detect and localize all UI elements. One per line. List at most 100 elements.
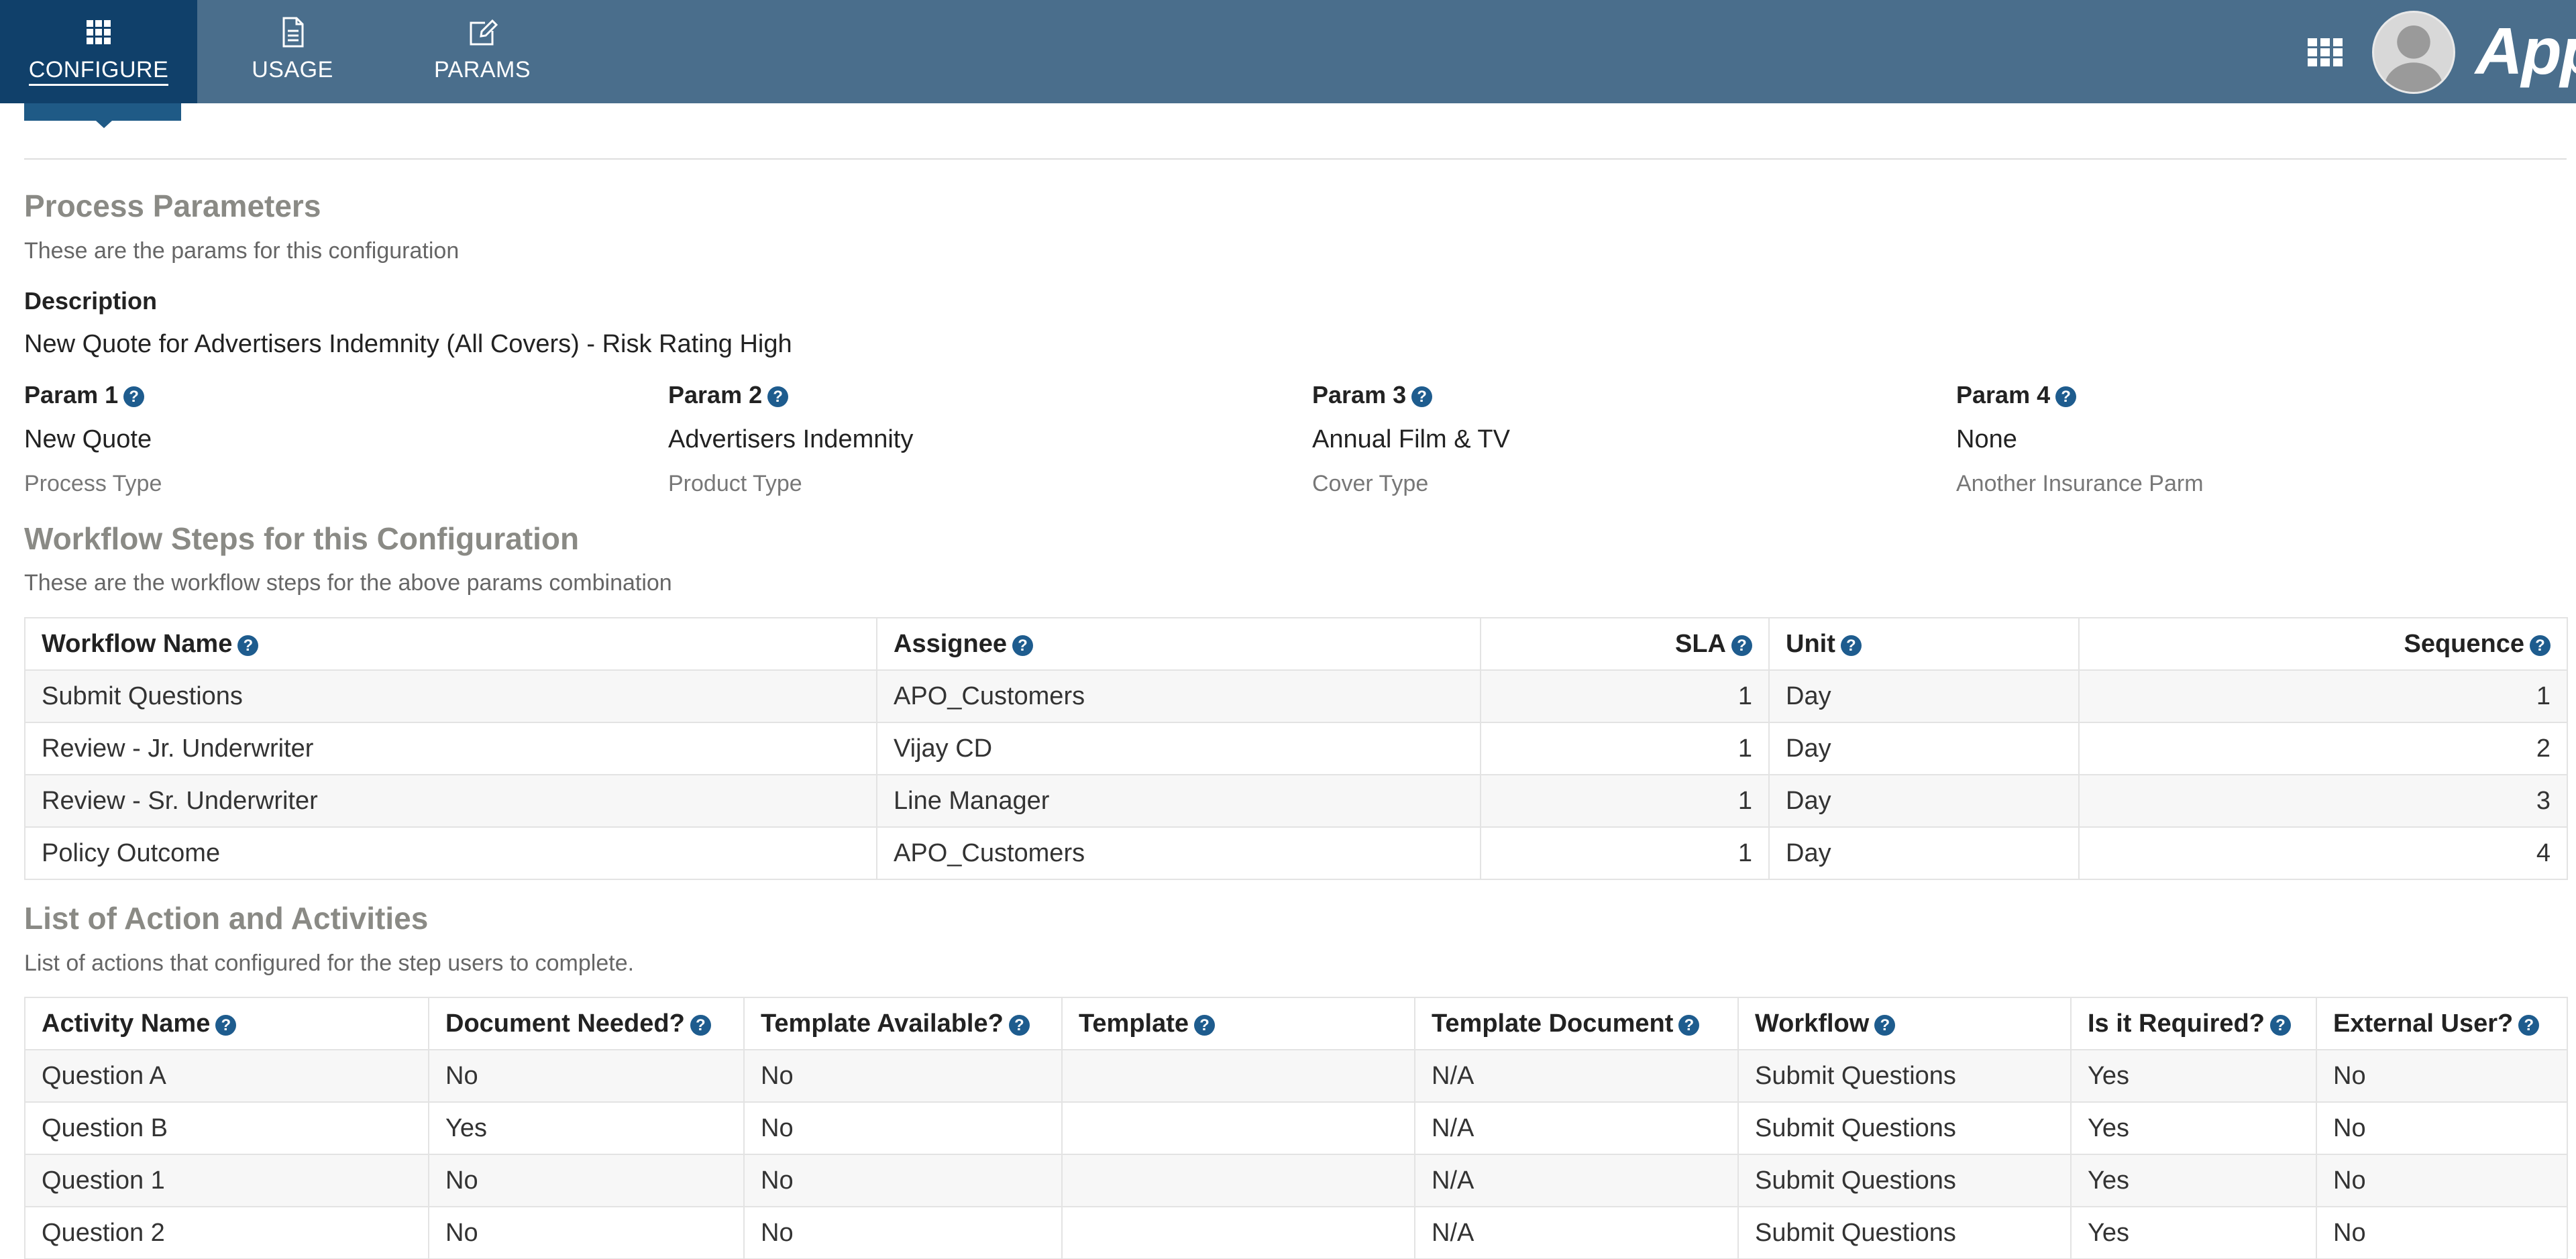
column-header-label: SLA — [1675, 629, 1726, 658]
template-available-cell: No — [743, 1154, 1063, 1207]
user-avatar[interactable] — [2372, 11, 2455, 94]
help-icon[interactable]: ? — [767, 386, 789, 407]
column-header-sequence[interactable]: Sequence? — [2078, 617, 2568, 671]
help-icon[interactable]: ? — [123, 386, 145, 407]
workflow-cell: Submit Questions — [1737, 1154, 2072, 1207]
column-header-template[interactable]: Template? — [1061, 997, 1415, 1050]
is-required-cell: Yes — [2070, 1206, 2317, 1259]
document-needed-cell: No — [428, 1154, 745, 1207]
external-user-cell: No — [2316, 1206, 2568, 1259]
template-cell — [1061, 1049, 1415, 1103]
is-required-cell: Yes — [2070, 1101, 2317, 1155]
column-header-label: Workflow Name — [42, 629, 233, 658]
unit-cell: Day — [1768, 669, 2080, 723]
column-header-label: Activity Name — [42, 1009, 211, 1038]
sequence-cell: 1 — [2078, 669, 2568, 723]
table-row[interactable]: Review - Jr. Underwriter Vijay CD 1 Day … — [24, 722, 2568, 775]
column-header-external-user[interactable]: External User?? — [2316, 997, 2568, 1050]
column-header-template-document[interactable]: Template Document? — [1414, 997, 1739, 1050]
template-document-cell: N/A — [1414, 1206, 1739, 1259]
tab-usage[interactable]: USAGE — [197, 0, 388, 103]
table-header-row: Activity Name? Document Needed?? Templat… — [24, 997, 2568, 1050]
workflow-cell: Submit Questions — [1737, 1206, 2072, 1259]
column-header-label: Document Needed? — [445, 1009, 685, 1038]
help-icon[interactable]: ? — [1678, 1014, 1700, 1036]
help-icon[interactable]: ? — [1411, 386, 1433, 407]
help-icon[interactable]: ? — [690, 1014, 711, 1036]
column-header-template-available[interactable]: Template Available?? — [743, 997, 1063, 1050]
top-navigation-bar: CONFIGURE USAGE PARAMS Appia — [0, 0, 2576, 103]
help-icon[interactable]: ? — [215, 1014, 237, 1036]
help-icon[interactable]: ? — [237, 635, 259, 656]
workflow-steps-description: These are the workflow steps for the abo… — [24, 570, 672, 596]
param-4-label: Param 4? — [1956, 381, 2077, 409]
template-available-cell: No — [743, 1049, 1063, 1103]
sequence-cell: 2 — [2078, 722, 2568, 775]
template-document-cell: N/A — [1414, 1101, 1739, 1155]
help-icon[interactable]: ? — [2269, 1014, 2291, 1036]
column-header-unit[interactable]: Unit? — [1768, 617, 2080, 671]
tab-params[interactable]: PARAMS — [388, 0, 577, 103]
activities-title: List of Action and Activities — [24, 901, 429, 936]
user-silhouette-icon — [2384, 25, 2443, 92]
template-cell — [1061, 1154, 1415, 1207]
template-available-cell: No — [743, 1206, 1063, 1259]
tab-configure[interactable]: CONFIGURE — [0, 0, 197, 103]
assignee-cell: Line Manager — [876, 774, 1481, 828]
column-header-activity-name[interactable]: Activity Name? — [24, 997, 429, 1050]
workflow-cell: Submit Questions — [1737, 1049, 2072, 1103]
column-header-sla[interactable]: SLA? — [1480, 617, 1770, 671]
assignee-cell: APO_Customers — [876, 826, 1481, 880]
external-user-cell: No — [2316, 1049, 2568, 1103]
is-required-cell: Yes — [2070, 1154, 2317, 1207]
brand-logo: Appia — [2475, 14, 2576, 88]
sla-cell: 1 — [1480, 826, 1770, 880]
column-header-label: Template Available? — [761, 1009, 1004, 1038]
grid-icon — [87, 20, 111, 44]
help-icon[interactable]: ? — [1874, 1014, 1896, 1036]
help-icon[interactable]: ? — [1008, 1014, 1030, 1036]
param-2-sub: Product Type — [668, 471, 802, 496]
section-tab-indicator[interactable] — [24, 103, 181, 128]
param-3-label-text: Param 3 — [1312, 381, 1407, 408]
description-label: Description — [24, 287, 158, 315]
column-header-workflow-name[interactable]: Workflow Name? — [24, 617, 877, 671]
workflow-name-cell: Review - Sr. Underwriter — [24, 774, 877, 828]
table-row[interactable]: Question A No No N/A Submit Questions Ye… — [24, 1049, 2568, 1103]
param-1-label: Param 1? — [24, 381, 145, 409]
tab-usage-label: USAGE — [252, 57, 333, 83]
unit-cell: Day — [1768, 722, 2080, 775]
help-icon[interactable]: ? — [2518, 1014, 2540, 1036]
help-icon[interactable]: ? — [1194, 1014, 1216, 1036]
sla-cell: 1 — [1480, 774, 1770, 828]
document-needed-cell: Yes — [428, 1101, 745, 1155]
param-4-label-text: Param 4 — [1956, 381, 2051, 408]
column-header-document-needed[interactable]: Document Needed?? — [428, 997, 745, 1050]
param-3-label: Param 3? — [1312, 381, 1433, 409]
unit-cell: Day — [1768, 826, 2080, 880]
help-icon[interactable]: ? — [2055, 386, 2077, 407]
sla-cell: 1 — [1480, 669, 1770, 723]
unit-cell: Day — [1768, 774, 2080, 828]
table-row[interactable]: Question 2 No No N/A Submit Questions Ye… — [24, 1206, 2568, 1259]
workflow-steps-title: Workflow Steps for this Configuration — [24, 521, 580, 556]
sequence-cell: 4 — [2078, 826, 2568, 880]
table-row[interactable]: Question 1 No No N/A Submit Questions Ye… — [24, 1154, 2568, 1207]
help-icon[interactable]: ? — [1012, 635, 1033, 656]
column-header-is-required[interactable]: Is it Required?? — [2070, 997, 2317, 1050]
table-row[interactable]: Review - Sr. Underwriter Line Manager 1 … — [24, 774, 2568, 828]
table-row[interactable]: Submit Questions APO_Customers 1 Day 1 — [24, 669, 2568, 723]
apps-grid-icon[interactable] — [2305, 37, 2345, 68]
process-parameters-description: These are the params for this configurat… — [24, 238, 460, 264]
help-icon[interactable]: ? — [2530, 635, 2551, 656]
column-header-assignee[interactable]: Assignee? — [876, 617, 1481, 671]
activities-table: Activity Name? Document Needed?? Templat… — [24, 997, 2568, 1259]
table-row[interactable]: Question B Yes No N/A Submit Questions Y… — [24, 1101, 2568, 1155]
column-header-label: Is it Required? — [2088, 1009, 2265, 1038]
column-header-workflow[interactable]: Workflow? — [1737, 997, 2072, 1050]
activity-name-cell: Question A — [24, 1049, 429, 1103]
help-icon[interactable]: ? — [1840, 635, 1862, 656]
help-icon[interactable]: ? — [1731, 635, 1752, 656]
column-header-label: Sequence — [2404, 629, 2524, 658]
table-row[interactable]: Policy Outcome APO_Customers 1 Day 4 — [24, 826, 2568, 880]
